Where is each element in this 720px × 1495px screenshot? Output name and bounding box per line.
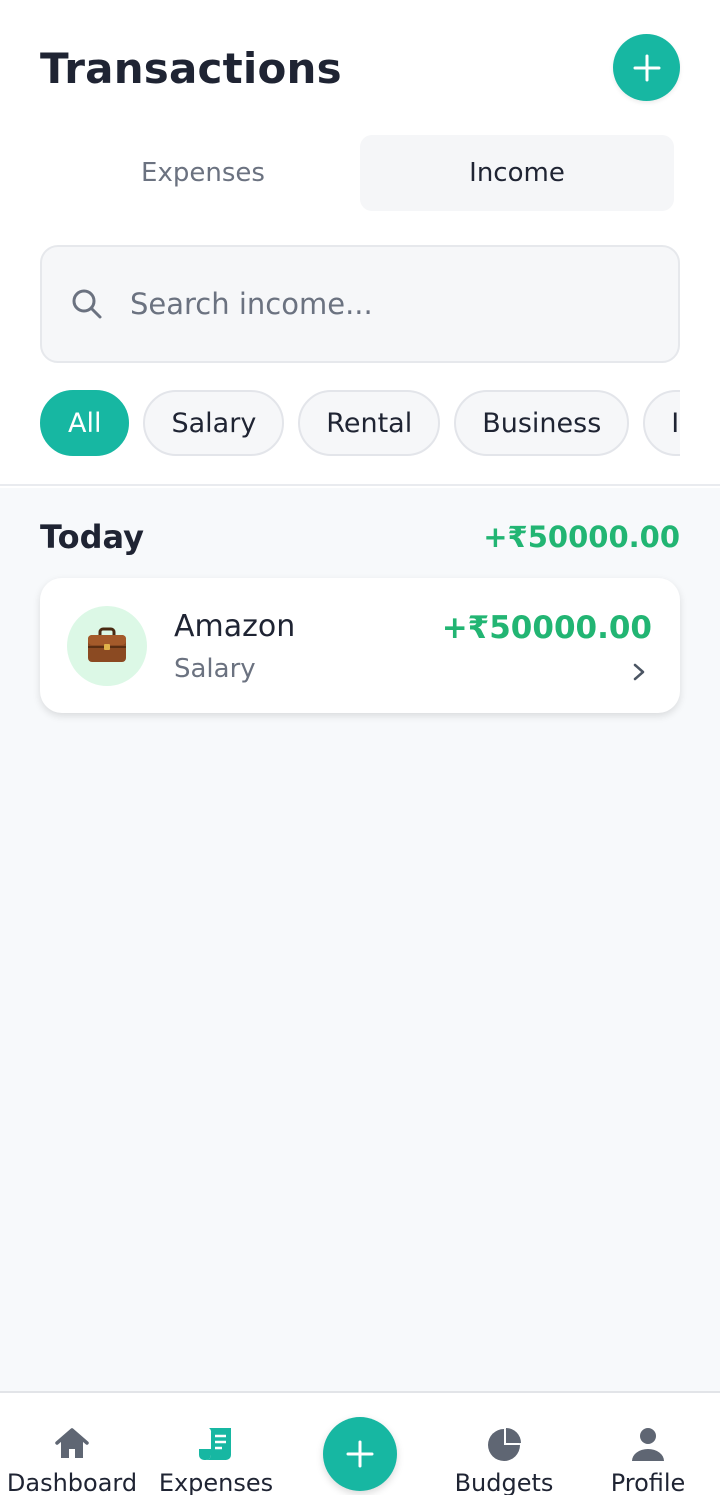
filter-chip-partial[interactable]: In bbox=[643, 390, 680, 456]
plus-icon bbox=[346, 1440, 374, 1468]
nav-expenses-label: Expenses bbox=[158, 1469, 274, 1495]
nav-profile[interactable]: Profile bbox=[598, 1393, 698, 1495]
date-group-title: Today bbox=[40, 518, 144, 556]
transaction-name: Amazon bbox=[174, 609, 296, 644]
filter-chip-rental[interactable]: Rental bbox=[298, 390, 441, 456]
nav-dashboard-label: Dashboard bbox=[6, 1469, 138, 1495]
page-title: Transactions bbox=[40, 44, 342, 93]
tab-income[interactable]: Income bbox=[360, 135, 674, 211]
user-icon bbox=[632, 1428, 664, 1461]
type-tabs: Expenses Income bbox=[46, 135, 674, 211]
search-box[interactable] bbox=[40, 245, 680, 363]
header: Transactions Expenses Income All Salary … bbox=[0, 0, 720, 486]
transactions-list: Today +₹50000.00 Amazon Salary +₹50000.0… bbox=[0, 488, 720, 1391]
nav-add-button[interactable] bbox=[323, 1417, 397, 1491]
date-group-total: +₹50000.00 bbox=[483, 520, 680, 554]
bottom-nav: Dashboard Expenses Budgets Profile bbox=[0, 1391, 720, 1495]
transaction-card[interactable]: Amazon Salary +₹50000.00 bbox=[40, 578, 680, 713]
filter-chip-salary[interactable]: Salary bbox=[143, 390, 285, 456]
home-icon bbox=[55, 1428, 89, 1458]
briefcase-icon bbox=[88, 627, 126, 662]
category-filter-bar: All Salary Rental Business In bbox=[40, 390, 680, 458]
transaction-amount: +₹50000.00 bbox=[441, 610, 652, 646]
tab-expenses[interactable]: Expenses bbox=[46, 135, 360, 211]
plus-icon bbox=[633, 54, 660, 81]
nav-budgets-label: Budgets bbox=[454, 1469, 554, 1495]
pie-chart-icon bbox=[488, 1428, 521, 1461]
date-group-header: Today +₹50000.00 bbox=[40, 518, 680, 556]
receipt-icon bbox=[199, 1428, 231, 1460]
transaction-avatar bbox=[67, 606, 147, 686]
add-transaction-button[interactable] bbox=[613, 34, 680, 101]
nav-expenses[interactable]: Expenses bbox=[158, 1393, 274, 1495]
filter-chip-business[interactable]: Business bbox=[454, 390, 630, 456]
chevron-right-icon bbox=[633, 663, 645, 681]
nav-budgets[interactable]: Budgets bbox=[448, 1393, 560, 1495]
filter-chip-all[interactable]: All bbox=[40, 390, 130, 456]
app-root: Transactions Expenses Income All Salary … bbox=[0, 0, 720, 1495]
search-input[interactable] bbox=[130, 287, 630, 321]
search-icon bbox=[72, 289, 102, 319]
nav-dashboard[interactable]: Dashboard bbox=[6, 1393, 138, 1495]
transaction-category: Salary bbox=[174, 654, 256, 684]
nav-profile-label: Profile bbox=[610, 1469, 686, 1495]
